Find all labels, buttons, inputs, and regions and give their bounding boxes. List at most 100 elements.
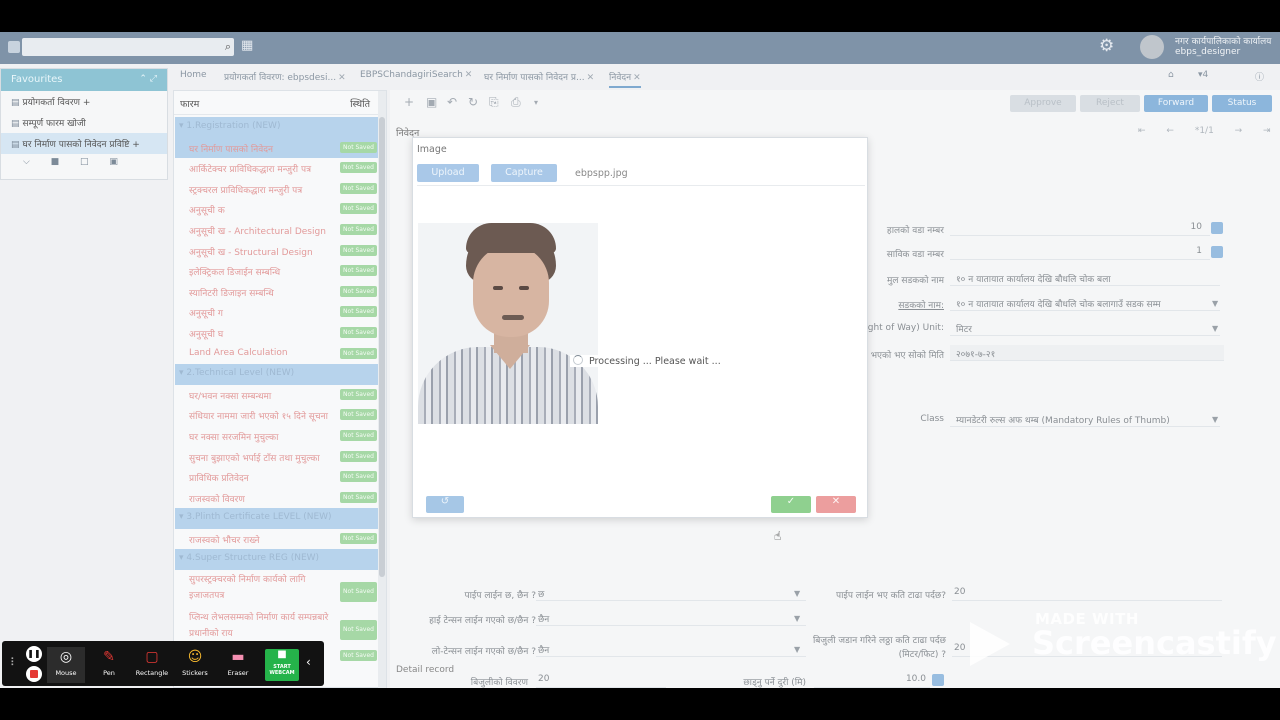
- rectangle-tool[interactable]: ▢ Rectangle: [133, 647, 171, 683]
- chevron-down-icon[interactable]: ▼: [794, 589, 800, 598]
- collapse-chevron-icon[interactable]: ‹: [306, 655, 311, 669]
- tree-item[interactable]: अनुसूची ग Not Saved: [175, 302, 379, 323]
- drag-handle-icon[interactable]: ⠇: [10, 656, 18, 669]
- mouse-tool[interactable]: ◎ Mouse: [47, 647, 85, 683]
- tab-home[interactable]: Home: [180, 70, 207, 80]
- close-icon: ✕: [586, 73, 595, 83]
- tab-search[interactable]: EBPSChandagiriSearch ✕: [360, 70, 472, 80]
- tree-section[interactable]: ▾ 4.Super Structure REG (NEW): [175, 549, 379, 571]
- lt-field[interactable]: छैन: [536, 641, 806, 657]
- home-icon[interactable]: ⌂: [1168, 70, 1174, 80]
- calculator-icon[interactable]: [1211, 246, 1223, 258]
- favourite-item[interactable]: ▤ सम्पूर्ण फारम खोजी: [1, 112, 167, 133]
- tree-item[interactable]: अनुसूची घ Not Saved: [175, 323, 379, 344]
- favourites-tools[interactable]: ⌵ ■ □ ▣: [1, 154, 167, 170]
- main-road-field[interactable]: १० न यातायात कार्यालय देखि बौधलि चोक बला: [950, 270, 1220, 286]
- tree-item[interactable]: संधियार नाममा जारी भएको १५ दिने सूचना Not…: [175, 405, 379, 426]
- tree-item[interactable]: सुचना बुझाएको भर्पाई टाँस तथा मुचुल्का No…: [175, 447, 379, 468]
- apps-grid-icon[interactable]: ▦: [241, 38, 253, 53]
- tree-item[interactable]: अनुसूची ख - Architectural Design Not Save…: [175, 220, 379, 241]
- tab-application-entry[interactable]: घर निर्माण पासको निवेदन प्र... ✕: [484, 70, 594, 83]
- start-webcam-button[interactable]: ■ START WEBCAM: [265, 649, 299, 681]
- forward-button[interactable]: Forward: [1144, 95, 1208, 112]
- row-unit-field[interactable]: मिटर: [950, 320, 1220, 336]
- tree-item[interactable]: अनुसूची ख - Structural Design Not Saved: [175, 241, 379, 262]
- pipe-field[interactable]: छ: [536, 585, 806, 601]
- tree-item[interactable]: आर्किटेक्चर प्राविधिकद्धारा मन्जुरी पत्र…: [175, 158, 379, 179]
- calculator-icon[interactable]: [932, 674, 944, 686]
- tree-item[interactable]: राजस्वको भौचर राख्ने Not Saved: [175, 529, 379, 550]
- attach-icon[interactable]: ⎘: [489, 95, 499, 110]
- record-pager[interactable]: ⇤ ← *1/1 → ⇥: [1138, 126, 1271, 136]
- refresh-icon[interactable]: ↻: [468, 95, 478, 109]
- save-icon[interactable]: ▣: [426, 95, 437, 109]
- settings-gears-icon[interactable]: ⚙: [1099, 36, 1114, 56]
- setback-field[interactable]: 10.0: [814, 672, 930, 688]
- tree-item[interactable]: घर निर्माण पासको निवेदन Not Saved: [175, 137, 379, 159]
- favourites-collapse-icon[interactable]: ⌃ ⤢: [139, 74, 157, 84]
- tree-section[interactable]: ▾ 3.Plinth Certificate LEVEL (NEW): [175, 508, 379, 529]
- reject-button[interactable]: Reject: [1080, 95, 1140, 112]
- global-search-input[interactable]: ⌕: [22, 38, 234, 56]
- undo-icon[interactable]: ↶: [447, 95, 457, 109]
- tab-count[interactable]: ▾4: [1198, 70, 1208, 80]
- confirm-button[interactable]: ✓: [771, 496, 811, 513]
- tree-item-label: स्ट्रक्चरल प्राविधिकद्धारा मन्जुरी पत्र: [189, 185, 303, 196]
- pipe-dist-field[interactable]: 20: [952, 585, 1222, 601]
- print-options-icon[interactable]: ▾: [534, 98, 538, 107]
- chevron-down-icon[interactable]: ▼: [794, 645, 800, 654]
- chevron-down-icon[interactable]: ▼: [1212, 299, 1218, 308]
- stickers-tool[interactable]: ☺ Stickers: [176, 647, 214, 683]
- tree-item[interactable]: अनुसूची क Not Saved: [175, 199, 379, 220]
- tree-section[interactable]: ▾ 1.Registration (NEW): [175, 117, 379, 138]
- favourite-item[interactable]: ▤ घर निर्माण पासको निवेदन प्रविष्टि +: [1, 133, 167, 154]
- electricity-field[interactable]: 20: [536, 672, 666, 688]
- tree-item[interactable]: घर नक्सा सरजमिन मुचुल्का Not Saved: [175, 426, 379, 447]
- class-field[interactable]: म्यानडेटरी रुल्स अफ थम्ब (Mandatory Rule…: [950, 411, 1220, 427]
- capture-button[interactable]: Capture: [491, 164, 557, 182]
- pen-icon: ✎: [103, 649, 115, 665]
- stop-button[interactable]: [26, 666, 42, 682]
- chevron-down-icon[interactable]: ▼: [1212, 324, 1218, 333]
- tab-application[interactable]: निवेदन ✕: [609, 70, 641, 88]
- tree-scrollbar[interactable]: [378, 91, 386, 688]
- ht-field[interactable]: छैन: [536, 610, 806, 626]
- favourite-item[interactable]: ▤ प्रयोगकर्ता विवरण +: [1, 91, 167, 112]
- print-icon[interactable]: ⎙: [511, 95, 521, 110]
- avatar[interactable]: [1140, 35, 1164, 59]
- status-badge: Not Saved: [340, 388, 377, 400]
- calculator-icon[interactable]: [1211, 222, 1223, 234]
- add-icon[interactable]: +: [404, 95, 414, 109]
- road-name-label[interactable]: सडकको नाम:: [898, 298, 944, 311]
- webcam-icon: ■: [277, 649, 287, 660]
- table-icon: ▤: [11, 119, 20, 129]
- cancel-button[interactable]: ✕: [816, 496, 856, 513]
- chevron-down-icon[interactable]: ▼: [794, 614, 800, 623]
- tree-scrollbar-thumb[interactable]: [379, 117, 385, 577]
- tree-item-label: घर निर्माण पासको निवेदन: [189, 144, 274, 155]
- upload-button[interactable]: Upload: [417, 164, 479, 182]
- tab-user-details[interactable]: प्रयोगकर्ता विवरण: ebpsdesi... ✕: [224, 70, 346, 83]
- help-icon[interactable]: ⓘ: [1255, 70, 1264, 83]
- tree-section[interactable]: ▾ 2.Technical Level (NEW): [175, 364, 379, 385]
- tree-item[interactable]: स्ट्रक्चरल प्राविधिकद्धारा मन्जुरी पत्र N…: [175, 179, 379, 200]
- road-name-field[interactable]: १० न यातायात कार्यालय देखि बौधलि चोक बला…: [950, 295, 1220, 311]
- ward-old-field[interactable]: 1: [950, 244, 1210, 260]
- tree-item[interactable]: राजस्वको विवरण Not Saved: [175, 488, 379, 509]
- chevron-down-icon[interactable]: ▼: [1212, 415, 1218, 424]
- pen-tool[interactable]: ✎ Pen: [90, 647, 128, 683]
- tree-item[interactable]: स्यानिटरी डिजाइन सम्बन्धि Not Saved: [175, 282, 379, 303]
- tree-item[interactable]: Land Area Calculation Not Saved: [175, 344, 379, 365]
- ward-now-field[interactable]: 10: [950, 220, 1210, 236]
- pause-button[interactable]: ❚❚: [26, 646, 42, 662]
- eraser-tool[interactable]: ▬ Eraser: [219, 647, 257, 683]
- tree-item[interactable]: सुपरस्ट्रक्चरको निर्माण कार्यको लागि इजा…: [175, 570, 379, 608]
- status-button[interactable]: Status: [1212, 95, 1272, 112]
- approve-button[interactable]: Approve: [1010, 95, 1076, 112]
- user-name[interactable]: ebps_designer: [1175, 47, 1240, 57]
- tree-item[interactable]: इलेक्ट्रिकल डिजाईन सम्बन्धि Not Saved: [175, 261, 379, 282]
- tree-item[interactable]: घर/भवन नक्सा सम्बन्धमा Not Saved: [175, 385, 379, 406]
- search-icon[interactable]: ⌕: [225, 40, 231, 54]
- tree-item[interactable]: प्राविधिक प्रतिवेदन Not Saved: [175, 467, 379, 488]
- reset-button[interactable]: ↺: [426, 496, 464, 513]
